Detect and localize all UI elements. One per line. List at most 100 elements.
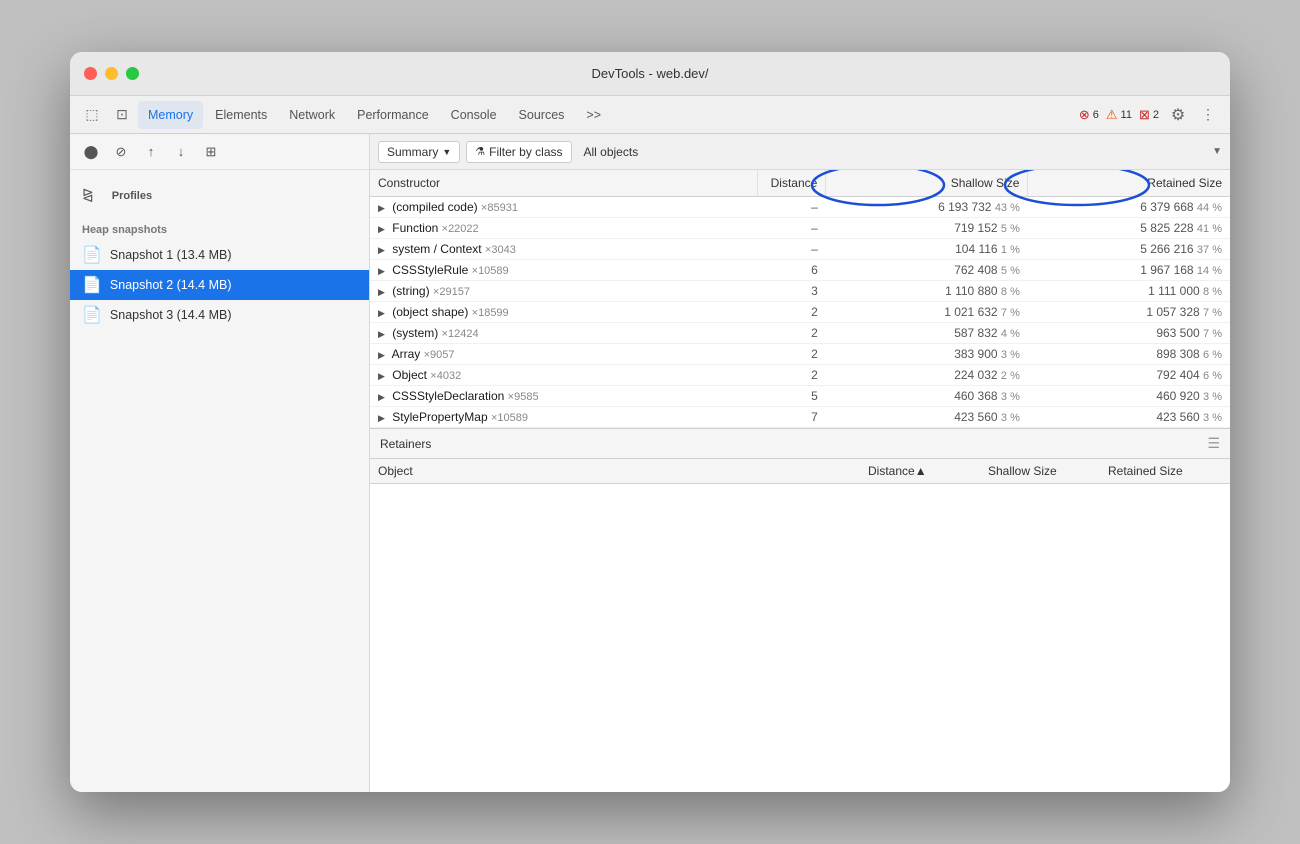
shallow-size-cell: 1 110 880 8 %	[826, 281, 1028, 302]
table-row[interactable]: ▶ system / Context ×3043 – 104 116 1 % 5…	[370, 239, 1230, 260]
expand-arrow[interactable]: ▶	[378, 413, 385, 424]
retained-size-cell: 6 379 668 44 %	[1028, 197, 1230, 218]
shallow-size-cell: 762 408 5 %	[826, 260, 1028, 281]
ret-col-shallow[interactable]: Shallow Size	[980, 459, 1100, 483]
minimize-button[interactable]	[105, 67, 118, 80]
tab-network[interactable]: Network	[279, 101, 345, 129]
record-button[interactable]: ⬤	[78, 139, 104, 165]
table-row[interactable]: ▶ (compiled code) ×85931 – 6 193 732 43 …	[370, 197, 1230, 218]
constructor-name: (object shape)	[392, 305, 468, 319]
constructor-cell: ▶ (string) ×29157	[370, 281, 757, 302]
constructor-name: (system)	[392, 326, 438, 340]
count-badge: ×18599	[472, 307, 509, 319]
expand-arrow[interactable]: ▶	[378, 392, 385, 403]
snapshot-item-2[interactable]: 📄 Snapshot 2 (14.4 MB)	[70, 270, 369, 300]
constructor-name: StylePropertyMap	[392, 410, 487, 424]
snapshot-item-1[interactable]: 📄 Snapshot 1 (13.4 MB)	[70, 240, 369, 270]
snapshot-item-3[interactable]: 📄 Snapshot 3 (14.4 MB)	[70, 300, 369, 330]
tabbar: ⬚ ⊡ Memory Elements Network Performance …	[70, 96, 1230, 134]
shallow-size-cell: 224 032 2 %	[826, 365, 1028, 386]
constructor-cell: ▶ Function ×22022	[370, 218, 757, 239]
tab-memory[interactable]: Memory	[138, 101, 203, 129]
stop-button[interactable]: ⊘	[108, 139, 134, 165]
retained-size-cell: 1 967 168 14 %	[1028, 260, 1230, 281]
tab-console[interactable]: Console	[441, 101, 507, 129]
expand-arrow[interactable]: ▶	[378, 266, 385, 277]
expand-arrow[interactable]: ▶	[378, 245, 385, 256]
expand-arrow[interactable]: ▶	[378, 203, 385, 214]
main-area: ⬤ ⊘ ↑ ↓ ⊞ ⧎ Profiles Heap snapshots 📄 Sn…	[70, 134, 1230, 792]
summary-label: Summary	[387, 145, 438, 159]
more-options-icon[interactable]: ⋮	[1194, 101, 1222, 129]
error-count: 6	[1093, 109, 1099, 121]
summary-dropdown[interactable]: Summary ▼	[378, 141, 460, 163]
table-row[interactable]: ▶ CSSStyleRule ×10589 6 762 408 5 % 1 96…	[370, 260, 1230, 281]
count-badge: ×22022	[442, 223, 479, 235]
tab-performance[interactable]: Performance	[347, 101, 439, 129]
expand-arrow[interactable]: ▶	[378, 287, 385, 298]
table-row[interactable]: ▶ StylePropertyMap ×10589 7 423 560 3 % …	[370, 407, 1230, 428]
settings-icon[interactable]: ⚙	[1164, 101, 1192, 129]
expand-arrow[interactable]: ▶	[378, 308, 385, 319]
summary-dropdown-arrow: ▼	[442, 147, 451, 157]
ret-col-object[interactable]: Object	[370, 459, 860, 483]
tune-icon: ⧎	[82, 186, 94, 203]
table-row[interactable]: ▶ (object shape) ×18599 2 1 021 632 7 % …	[370, 302, 1230, 323]
retainers-header: Retainers ☰	[370, 429, 1230, 459]
ret-col-distance[interactable]: Distance▲	[860, 459, 980, 483]
expand-arrow[interactable]: ▶	[378, 350, 385, 361]
expand-arrow[interactable]: ▶	[378, 329, 385, 340]
distance-cell: 6	[757, 260, 826, 281]
col-retained-size[interactable]: Retained Size	[1028, 170, 1230, 197]
table-row[interactable]: ▶ (string) ×29157 3 1 110 880 8 % 1 111 …	[370, 281, 1230, 302]
expand-arrow[interactable]: ▶	[378, 371, 385, 382]
retainers-table-header: Object Distance▲ Shallow Size Retained S…	[370, 459, 1230, 484]
all-objects-label: All objects	[578, 142, 645, 162]
shallow-size-cell: 587 832 4 %	[826, 323, 1028, 344]
table-header-row: Constructor Distance Shallow Size Retai	[370, 170, 1230, 197]
clear-button[interactable]: ⊞	[198, 139, 224, 165]
maximize-button[interactable]	[126, 67, 139, 80]
col-constructor[interactable]: Constructor	[370, 170, 757, 197]
tab-sources[interactable]: Sources	[509, 101, 575, 129]
table-row[interactable]: ▶ Object ×4032 2 224 032 2 % 792 404 6 %	[370, 365, 1230, 386]
table-row[interactable]: ▶ CSSStyleDeclaration ×9585 5 460 368 3 …	[370, 386, 1230, 407]
sidebar: ⬤ ⊘ ↑ ↓ ⊞ ⧎ Profiles Heap snapshots 📄 Sn…	[70, 134, 370, 792]
ret-col-retained[interactable]: Retained Size	[1100, 459, 1230, 483]
table-row[interactable]: ▶ (system) ×12424 2 587 832 4 % 963 500 …	[370, 323, 1230, 344]
download-button[interactable]: ↓	[168, 139, 194, 165]
expand-arrow[interactable]: ▶	[378, 224, 385, 235]
count-badge: ×3043	[485, 244, 516, 256]
constructor-cell: ▶ (compiled code) ×85931	[370, 197, 757, 218]
filter-by-class-button[interactable]: ⚗ Filter by class	[466, 141, 571, 163]
shallow-size-cell: 460 368 3 %	[826, 386, 1028, 407]
shallow-size-cell: 104 116 1 %	[826, 239, 1028, 260]
distance-cell: 2	[757, 365, 826, 386]
retained-size-cell: 963 500 7 %	[1028, 323, 1230, 344]
retained-size-cell: 1 057 328 7 %	[1028, 302, 1230, 323]
col-shallow-size[interactable]: Shallow Size	[826, 170, 1028, 197]
cursor-icon[interactable]: ⬚	[78, 101, 106, 129]
retained-size-cell: 1 111 000 8 %	[1028, 281, 1230, 302]
filter-right-arrow: ▼	[1212, 146, 1222, 157]
distance-cell: 2	[757, 323, 826, 344]
retainers-body	[370, 484, 1230, 644]
window-title: DevTools - web.dev/	[591, 66, 708, 81]
table-row[interactable]: ▶ Function ×22022 – 719 152 5 % 5 825 22…	[370, 218, 1230, 239]
snapshot-icon-3: 📄	[82, 305, 102, 325]
count-badge: ×12424	[442, 328, 479, 340]
profiles-label: Profiles	[100, 180, 164, 208]
titlebar: DevTools - web.dev/	[70, 52, 1230, 96]
right-panel: Summary ▼ ⚗ Filter by class All objects …	[370, 134, 1230, 792]
col-distance[interactable]: Distance	[757, 170, 826, 197]
issue-count: 2	[1153, 109, 1159, 121]
close-button[interactable]	[84, 67, 97, 80]
table-row[interactable]: ▶ Array ×9057 2 383 900 3 % 898 308 6 %	[370, 344, 1230, 365]
heap-table: Constructor Distance Shallow Size Retai	[370, 170, 1230, 428]
upload-button[interactable]: ↑	[138, 139, 164, 165]
snapshot-label-3: Snapshot 3 (14.4 MB)	[110, 308, 232, 322]
layers-icon[interactable]: ⊡	[108, 101, 136, 129]
tab-elements[interactable]: Elements	[205, 101, 277, 129]
constructor-cell: ▶ StylePropertyMap ×10589	[370, 407, 757, 428]
tab-more[interactable]: >>	[576, 101, 611, 129]
